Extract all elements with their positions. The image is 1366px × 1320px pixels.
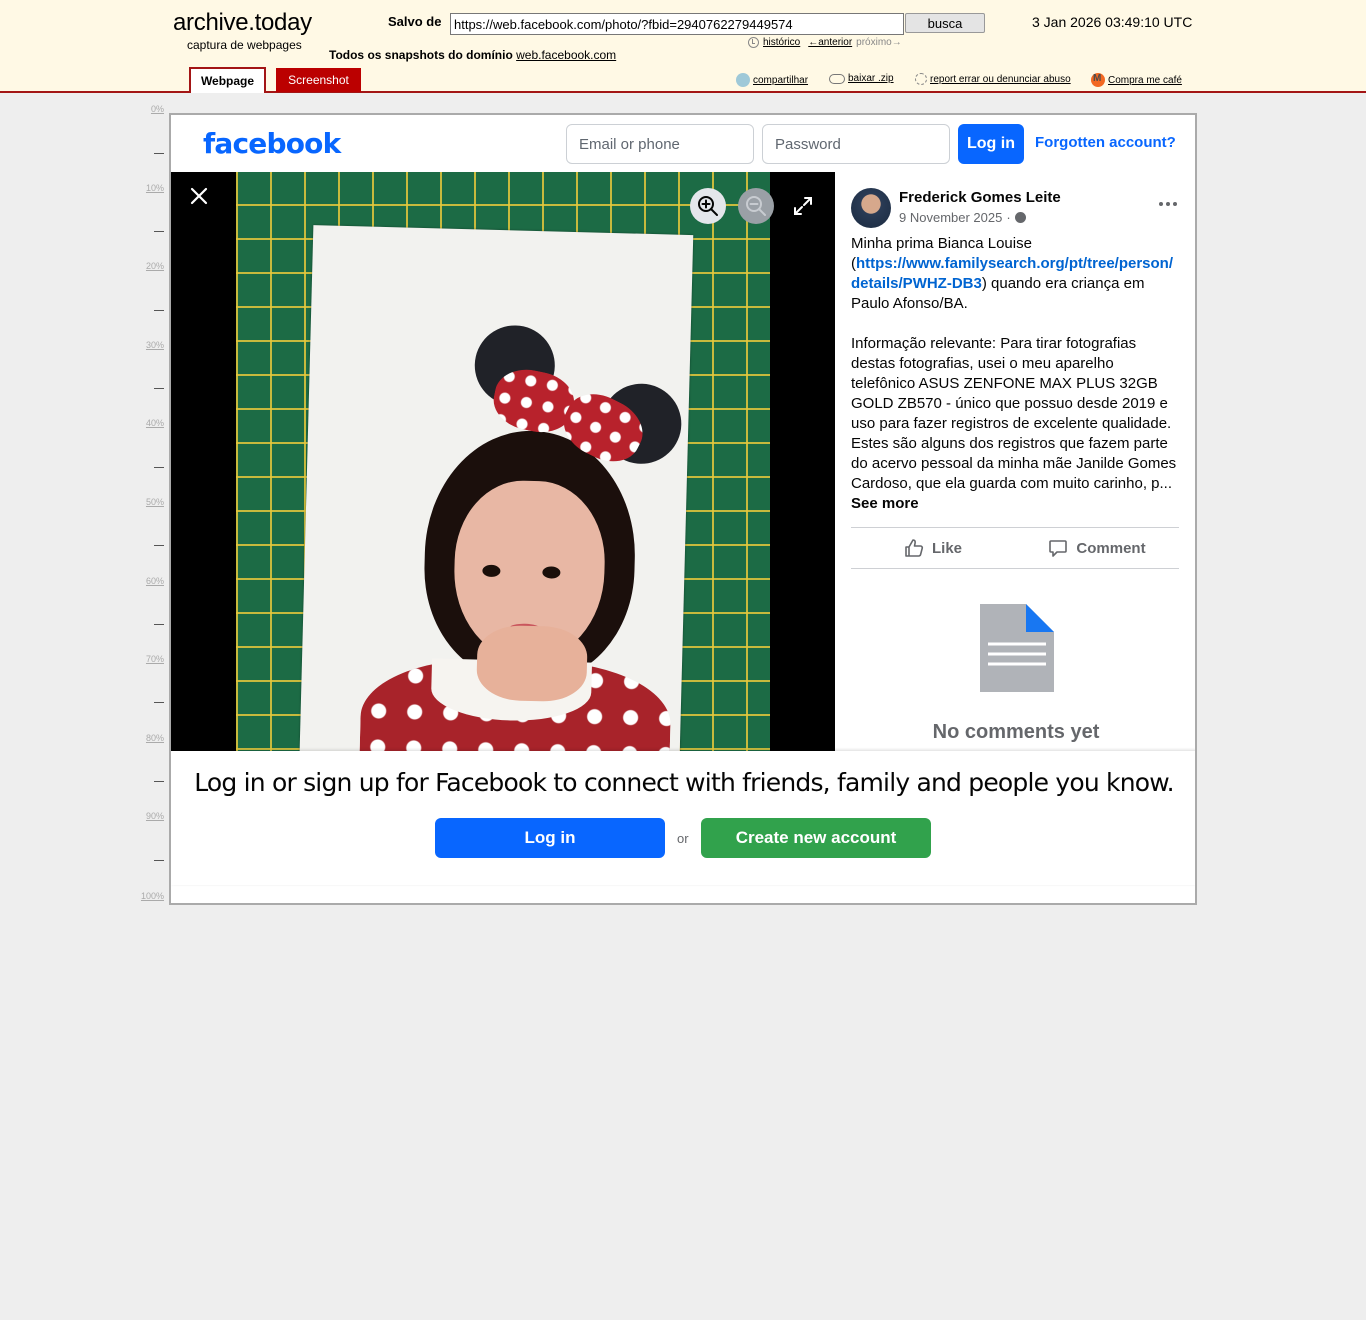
ruler-label[interactable]: 30% <box>146 340 164 350</box>
girl-hands <box>476 624 588 703</box>
scroll-ruler: 0% 10% 20% 30% 40% 50% 60% 70% 80% 90% 1… <box>136 100 166 901</box>
share-link[interactable]: compartilhar <box>753 75 808 86</box>
bottom-login-button[interactable]: Log in <box>435 818 665 858</box>
comment-label: Comment <box>1076 539 1146 557</box>
or-label: or <box>677 831 689 846</box>
clock-icon <box>748 37 759 48</box>
download-tool[interactable]: baixar .zip <box>829 73 894 84</box>
thumbs-up-icon <box>905 539 924 557</box>
globe-icon <box>1014 212 1026 223</box>
report-tool[interactable]: report errar ou denunciar abuso <box>915 73 1071 85</box>
ruler-tick <box>154 860 164 861</box>
see-more-link[interactable]: See more <box>851 495 919 512</box>
more-options-icon[interactable] <box>1159 202 1179 208</box>
download-link[interactable]: baixar .zip <box>848 73 894 84</box>
search-button[interactable]: busca <box>905 13 985 33</box>
domain-link[interactable]: web.facebook.com <box>516 48 616 62</box>
author-avatar[interactable] <box>851 188 891 228</box>
ruler-label[interactable]: 10% <box>146 183 164 193</box>
comment-button[interactable]: Comment <box>1015 528 1179 568</box>
archive-header: archive.today captura de webpages Salvo … <box>0 0 1366 93</box>
like-button[interactable]: Like <box>851 528 1015 568</box>
post-date[interactable]: 9 November 2025 <box>899 210 1002 225</box>
url-input[interactable] <box>450 13 904 35</box>
post-actions: Like Comment <box>851 527 1179 569</box>
fullscreen-icon[interactable] <box>793 196 813 216</box>
share-tool[interactable]: compartilhar <box>736 73 808 87</box>
girl-eye <box>482 564 501 578</box>
lightbulb-icon <box>915 73 927 85</box>
all-snapshots: Todos os snapshots do domínio web.facebo… <box>329 48 616 62</box>
login-prompt-bar: Log in or sign up for Facebook to connec… <box>171 751 1195 885</box>
tab-webpage[interactable]: Webpage <box>189 67 266 93</box>
fb-top-bar: facebook Log in Forgotten account? <box>171 115 1195 172</box>
ruler-tick <box>154 310 164 311</box>
ruler-tick <box>154 388 164 389</box>
coffee-tool[interactable]: Compra me café <box>1091 73 1182 87</box>
post-meta: 9 November 2025 · <box>899 210 1026 225</box>
ruler-label[interactable]: 60% <box>146 576 164 586</box>
history-link[interactable]: histórico <box>763 37 800 48</box>
zoom-in-icon <box>698 196 718 216</box>
ruler-tick <box>154 781 164 782</box>
ruler-label[interactable]: 90% <box>146 811 164 821</box>
ruler-tick <box>154 153 164 154</box>
coffee-link[interactable]: Compra me café <box>1108 75 1182 86</box>
caption-text: Informação relevante: Para tirar fotogra… <box>851 335 1177 492</box>
email-field[interactable] <box>566 124 754 164</box>
ruler-tick <box>154 231 164 232</box>
post-sidebar: Frederick Gomes Leite 9 November 2025 · … <box>835 172 1195 751</box>
snapshot-frame: facebook Log in Forgotten account? <box>169 113 1197 905</box>
comment-icon <box>1049 540 1068 557</box>
post-caption: Minha prima Bianca Louise (https://www.f… <box>851 234 1181 514</box>
meta-separator: · <box>1006 210 1011 225</box>
forgot-account-link[interactable]: Forgotten account? <box>1035 134 1176 151</box>
ruler-tick <box>154 467 164 468</box>
ruler-label[interactable]: 0% <box>151 104 164 114</box>
login-prompt-title: Log in or sign up for Facebook to connec… <box>194 768 1174 797</box>
like-label: Like <box>931 539 962 557</box>
ruler-label[interactable]: 20% <box>146 261 164 271</box>
cloud-download-icon <box>829 73 845 84</box>
close-icon[interactable] <box>187 184 211 208</box>
previous-link[interactable]: ←anterior <box>808 37 852 48</box>
ruler-label[interactable]: 70% <box>146 654 164 664</box>
history-nav: histórico ←anterior próximo→ <box>748 37 902 48</box>
document-icon <box>980 604 1054 692</box>
ruler-tick <box>154 702 164 703</box>
facebook-logo[interactable]: facebook <box>203 127 341 160</box>
share-icon <box>736 73 750 87</box>
author-name[interactable]: Frederick Gomes Leite <box>899 189 1061 206</box>
ruler-label[interactable]: 40% <box>146 418 164 428</box>
next-label: próximo→ <box>856 37 902 48</box>
ruler-tick <box>154 624 164 625</box>
all-snapshots-label: Todos os snapshots do domínio <box>329 48 513 62</box>
ruler-tick <box>154 545 164 546</box>
ruler-label[interactable]: 50% <box>146 497 164 507</box>
zoom-in-button[interactable] <box>690 188 726 224</box>
zoom-out-icon <box>746 196 766 216</box>
post-photo <box>236 172 770 751</box>
snapshot-date: 3 Jan 2026 03:49:10 UTC <box>1032 14 1193 30</box>
report-link[interactable]: report errar ou denunciar abuso <box>930 74 1071 85</box>
archive-subtitle: captura de webpages <box>187 38 302 52</box>
photo-viewer <box>171 172 835 751</box>
tab-screenshot[interactable]: Screenshot <box>276 68 361 92</box>
saved-from-label: Salvo de <box>388 14 442 29</box>
no-comments-text: No comments yet <box>932 721 1100 743</box>
photo-print <box>298 225 694 751</box>
archive-logo[interactable]: archive.today <box>173 9 312 37</box>
monero-icon <box>1091 73 1105 87</box>
login-button[interactable]: Log in <box>958 124 1024 164</box>
create-account-button[interactable]: Create new account <box>701 818 931 858</box>
ruler-label[interactable]: 80% <box>146 733 164 743</box>
zoom-out-button[interactable] <box>738 188 774 224</box>
ruler-label[interactable]: 100% <box>141 891 164 901</box>
password-field[interactable] <box>762 124 950 164</box>
